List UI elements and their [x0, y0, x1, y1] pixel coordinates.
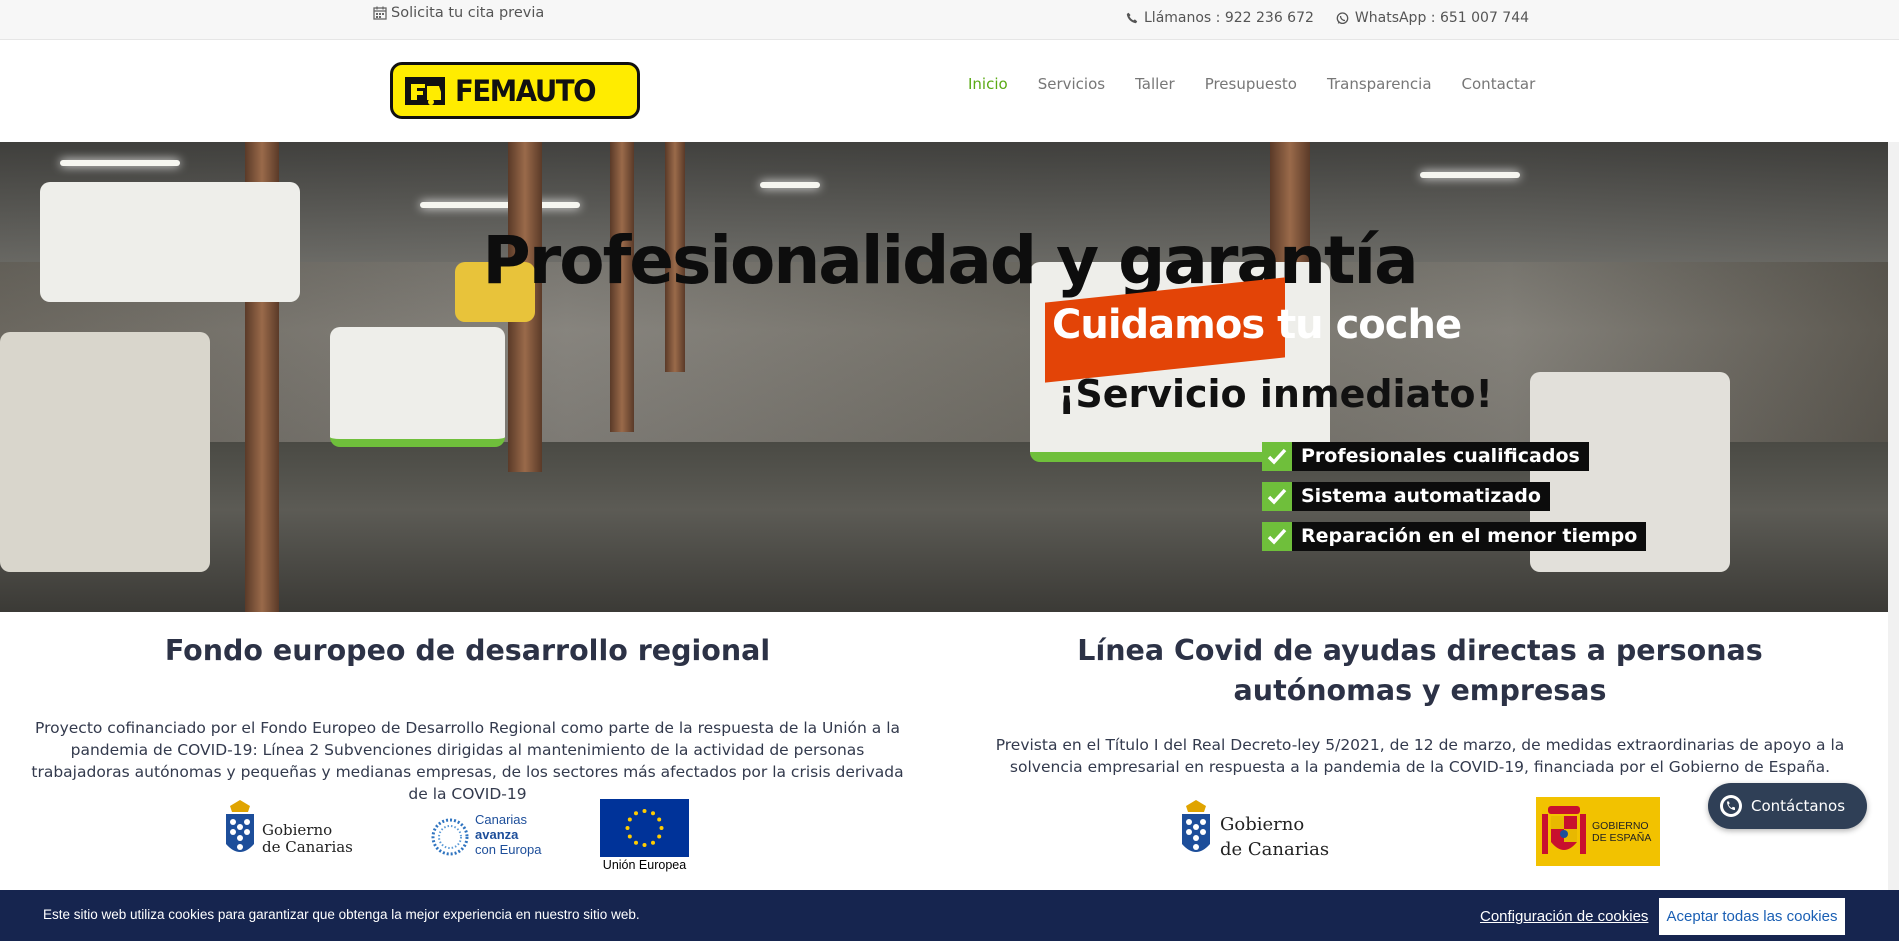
hero-tagline: ¡Servicio inmediato!: [1058, 372, 1493, 416]
whatsapp-icon: [1336, 11, 1349, 24]
ring-dots-icon: [431, 818, 469, 856]
checkmark-icon: [1262, 482, 1292, 511]
feature-label: Profesionales cualificados: [1292, 442, 1589, 471]
phone-label: Llámanos : 922 236 672: [1144, 10, 1314, 26]
ceiling-light: [60, 160, 180, 166]
nav-item-servicios[interactable]: Servicios: [1038, 75, 1105, 93]
logo-line: de Canarias: [262, 838, 353, 856]
spain-coat-of-arms-icon: [1542, 806, 1586, 854]
feder-text: Proyecto cofinanciado por el Fondo Europ…: [31, 719, 904, 803]
logo-line: Gobierno: [262, 821, 333, 839]
white-van: [330, 327, 505, 447]
logo-text: FEMAUTO: [455, 73, 597, 108]
feder-title: Fondo europeo de desarrollo regional: [164, 634, 771, 667]
main-nav: Inicio Servicios Taller Presupuesto Tran…: [968, 75, 1535, 93]
eu-label: Unión Europea: [602, 858, 687, 872]
covid-line-text: Prevista en el Título I del Real Decreto…: [995, 736, 1845, 776]
logo-line: GOBIERNO: [1592, 820, 1649, 832]
whatsapp-label: WhatsApp : 651 007 744: [1354, 10, 1530, 26]
logo-line: con Europa: [475, 842, 542, 857]
whatsapp-link[interactable]: WhatsApp : 651 007 744: [1336, 10, 1529, 26]
whatsapp-contact-button[interactable]: Contáctanos: [1708, 783, 1867, 829]
phone-link[interactable]: Llámanos : 922 236 672: [1126, 10, 1314, 26]
feature-item: Profesionales cualificados: [1262, 442, 1646, 471]
canarias-shield-icon: [1182, 800, 1210, 852]
logo-line: Gobierno: [1220, 814, 1305, 835]
white-van: [0, 332, 210, 572]
femauto-logo[interactable]: FEMAUTO: [390, 62, 640, 119]
gobierno-espana-logo: GOBIERNO DE ESPAÑA: [1536, 797, 1660, 866]
logo-line: Canarias: [475, 812, 528, 827]
top-bar: Solicita tu cita previa Llámanos : 922 2…: [0, 0, 1899, 40]
calendar-icon: [373, 6, 387, 20]
feature-list: Profesionales cualificados Sistema autom…: [1262, 442, 1647, 551]
checkmark-icon: [1262, 522, 1292, 551]
ceiling-light: [1420, 172, 1520, 178]
appointment-label: Solicita tu cita previa: [391, 5, 545, 21]
phone-icon: [1126, 12, 1138, 24]
canarias-shield-icon: [226, 800, 254, 852]
ceiling-light: [420, 202, 580, 208]
cookie-settings-link[interactable]: Configuración de cookies: [1480, 908, 1648, 925]
cookie-text: Este sitio web utiliza cookies para gara…: [43, 907, 640, 922]
logo-line: de Canarias: [1220, 839, 1330, 860]
union-europea-logo: Unión Europea: [600, 799, 690, 875]
ceiling-light: [760, 182, 820, 188]
feature-item: Sistema automatizado: [1262, 482, 1646, 511]
logo-line: avanza: [475, 827, 519, 842]
scrollbar[interactable]: [1888, 142, 1899, 890]
whatsapp-button-label: Contáctanos: [1751, 797, 1846, 815]
gobierno-canarias-logo: Gobierno de Canarias: [1180, 800, 1330, 862]
accept-cookies-button[interactable]: Aceptar todas las cookies: [1659, 898, 1845, 935]
feature-label: Reparación en el menor tiempo: [1292, 522, 1647, 551]
cookie-banner: Este sitio web utiliza cookies para gara…: [0, 890, 1899, 941]
checkmark-icon: [1262, 442, 1292, 471]
logo-line: DE ESPAÑA: [1592, 832, 1652, 844]
covid-line-title: Línea Covid de ayudas directas a persona…: [1077, 634, 1763, 707]
site-header: FEMAUTO Inicio Servicios Taller Presupue…: [0, 40, 1899, 142]
nav-item-presupuesto[interactable]: Presupuesto: [1205, 75, 1297, 93]
canarias-avanza-logo: Canarias avanza con Europa: [430, 812, 555, 862]
nav-item-transparencia[interactable]: Transparencia: [1327, 75, 1432, 93]
nav-item-inicio[interactable]: Inicio: [968, 75, 1008, 93]
hero-banner: Profesionalidad y garantía Cuidamos tu c…: [0, 142, 1888, 612]
nav-item-contactar[interactable]: Contactar: [1462, 75, 1536, 93]
feature-label: Sistema automatizado: [1292, 482, 1550, 511]
hero-subtitle: Cuidamos tu coche: [1052, 302, 1462, 348]
nav-item-taller[interactable]: Taller: [1135, 75, 1175, 93]
eu-flag-icon: [600, 799, 689, 857]
hero-title: Profesionalidad y garantía: [482, 222, 1418, 299]
appointment-link[interactable]: Solicita tu cita previa: [373, 5, 544, 21]
whatsapp-icon: [1720, 795, 1742, 817]
truck-logo-icon: [405, 76, 445, 105]
gobierno-canarias-logo: Gobierno de Canarias: [224, 800, 364, 862]
feature-item: Reparación en el menor tiempo: [1262, 522, 1647, 551]
